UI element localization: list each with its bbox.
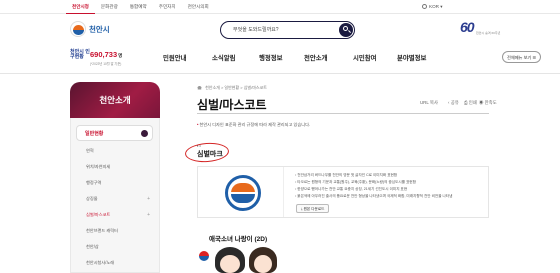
site-logo[interactable]: 천안시 <box>70 21 110 37</box>
original-download-button[interactable]: ⤓ 원본 다운로드 <box>296 204 330 213</box>
tab-reservation[interactable]: 통합예약 <box>124 0 153 14</box>
city-symbol-icon <box>70 21 86 37</box>
site-tabs: 천안시청 문화관광 통합예약 주민자치 천안시의회 <box>66 0 215 14</box>
sidebar-item-symbols[interactable]: 상징물 + <box>86 196 150 202</box>
search-button[interactable] <box>339 23 353 37</box>
breadcrumb-item[interactable]: 천안소개 <box>205 85 220 90</box>
red-annotation-circle <box>184 141 230 164</box>
share-button[interactable]: ‹ 공유 <box>448 100 459 106</box>
nav-participation[interactable]: 시민참여 <box>353 53 377 62</box>
nav-about[interactable]: 천안소개 <box>304 53 328 62</box>
breadcrumb: 천안소개 > 일반현황 > 심벌/마스코트 <box>197 85 267 91</box>
nav-field-info[interactable]: 분야별정보 <box>397 53 426 62</box>
sidebar-title: 천안소개 <box>99 95 131 105</box>
language-selector[interactable]: KOR ▾ <box>422 4 443 10</box>
symbol-description-line: •한양으로 뻗어나가는 천안 교통 요충지 상징, 21세기 선진도시 이미지 … <box>295 187 408 191</box>
sidebar-header: 천안소개 <box>70 82 160 118</box>
logo-text: 천안시 <box>89 24 110 34</box>
city-symbol-mark-image <box>225 175 261 211</box>
nav-admin-info[interactable]: 행정정보 <box>259 53 283 62</box>
main-navigation: 민원안내 소식알림 행정정보 천안소개 시민참여 분야별정보 <box>150 48 490 68</box>
mascot-character-image <box>249 247 277 273</box>
sidebar-submenu-general[interactable]: 일반현황 <box>76 125 153 141</box>
tab-city-council[interactable]: 천안시의회 <box>182 0 215 14</box>
mascot-character-image <box>215 247 245 273</box>
anniversary-emblem: 60 천안시 승격 60주년 <box>460 19 500 39</box>
search-input[interactable]: 무엇을 도와드릴까요? <box>233 26 279 33</box>
title-divider <box>197 113 489 114</box>
symbol-description-line: •천안삼거리 버드나무를 천안의 영문 첫 글자인 C로 이미지화 표현함 <box>295 173 398 177</box>
sidebar-item-location[interactable]: 위치/자연지세 <box>86 164 150 170</box>
symbol-description-line: •붉은색에 아우러진 출사의 풍요로운 천안 형상을 나타냈으며 국제적 화합,… <box>295 194 453 198</box>
symbol-mark-card: •천안삼거리 버드나무를 천안의 영문 첫 글자인 C로 이미지화 표현함 •타… <box>197 166 489 218</box>
nav-civil-service[interactable]: 민원안내 <box>163 53 187 62</box>
nav-divider <box>0 73 560 74</box>
population-label: 천안시 인구현황 <box>70 49 90 60</box>
sidebar-item-brand-character[interactable]: 천안브랜드 캐릭터 <box>86 228 150 234</box>
page-title: 심벌/마스코트 <box>197 98 267 112</box>
satisfaction-button[interactable]: ◉ 만족도 <box>479 100 497 106</box>
plus-icon: + <box>147 212 150 218</box>
symbol-description-line: •타오르는 원형의 기운과 교통(원주), 교육(주황), 문화(노랑)의 중심… <box>295 180 416 184</box>
nav-news[interactable]: 소식알림 <box>212 53 236 62</box>
intro-text: •천안시 디자인 표준화 관리 규정에 따라 제작 관리되고 있습니다. <box>197 122 311 127</box>
all-menu-button[interactable]: 전체메뉴 보기 ☰ <box>502 51 542 63</box>
url-copy-button[interactable]: URL 복사 <box>420 100 438 106</box>
language-label: KOR <box>429 4 439 9</box>
search-box[interactable]: 무엇을 도와드릴까요? <box>220 21 355 39</box>
breadcrumb-item[interactable]: 일반현황 <box>224 85 239 90</box>
sidebar-item-three-way[interactable]: 천안/삼 <box>86 244 150 250</box>
sidebar-item-symbol-mascot[interactable]: 심벌/마스코트 + <box>86 212 150 218</box>
sidebar-item-city-song[interactable]: 천안시청사/노래 <box>86 260 150 266</box>
section-title-mascot: 애국소녀 나랑이 (2D) <box>209 236 268 243</box>
population-date: (*2023년 10월 말 기준) <box>90 62 122 66</box>
mascot-illustration <box>197 243 317 273</box>
card-divider <box>283 167 284 217</box>
anniversary-caption: 천안시 승격 60주년 <box>476 31 501 35</box>
tab-culture-tourism[interactable]: 문화관광 <box>95 0 124 14</box>
top-utility-bar: 천안시청 문화관광 통합예약 주민자치 천안시의회 KOR ▾ <box>0 0 560 14</box>
globe-icon <box>422 4 427 9</box>
population-status[interactable]: 천안시 인구현황 690,733명 (*2023년 10월 말 기준) <box>70 50 130 70</box>
print-button[interactable]: ⎙ 인쇄 <box>464 100 477 106</box>
anniversary-number: 60 <box>460 19 475 35</box>
chevron-up-icon <box>141 130 148 137</box>
sidebar-item-districts[interactable]: 행정구역 <box>86 180 150 186</box>
korean-flag-image <box>197 245 211 273</box>
plus-icon: + <box>147 196 150 202</box>
sidebar-item-history[interactable]: 연혁 <box>86 148 150 154</box>
breadcrumb-current: 심벌/마스코트 <box>243 85 267 90</box>
home-icon[interactable] <box>197 85 202 90</box>
tab-self-governance[interactable]: 주민자치 <box>153 0 182 14</box>
tab-city-hall[interactable]: 천안시청 <box>66 0 95 14</box>
sidebar-submenu-label: 일반현황 <box>85 131 104 137</box>
population-count: 690,733명 <box>90 50 123 59</box>
